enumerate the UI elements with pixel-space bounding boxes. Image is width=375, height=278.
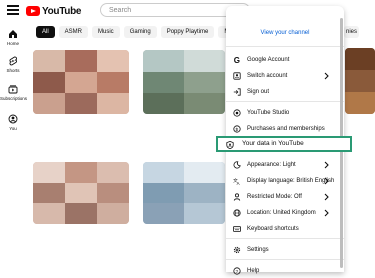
menu-item-location[interactable]: Location: United Kingdom (226, 206, 344, 220)
menu-item-restricted-mode[interactable]: Restricted Mode: Off (226, 190, 344, 204)
data-shield-icon (226, 141, 234, 149)
help-icon: ? (233, 267, 241, 275)
menu-item-display-language[interactable]: 文A Display language: British English (226, 174, 344, 188)
svg-text:$: $ (236, 127, 239, 133)
sign-out-icon (233, 88, 241, 96)
chip-poppy-playtime[interactable]: Poppy Playtime (160, 26, 215, 38)
keyboard-icon (233, 226, 241, 232)
shorts-icon (9, 56, 18, 66)
menu-item-keyboard-shortcuts[interactable]: Keyboard shortcuts (226, 222, 344, 236)
rail-item-home[interactable]: Home (0, 29, 26, 46)
menu-item-sign-out[interactable]: Sign out (226, 85, 344, 99)
youtube-play-icon (26, 6, 40, 16)
chip-partial[interactable]: nies (344, 26, 360, 38)
filter-chips: All ASMR Music Gaming Poppy Playtime Mix… (36, 26, 247, 40)
menu-item-switch-account[interactable]: Switch account (226, 69, 344, 83)
menu-item-purchases[interactable]: $ Purchases and memberships (226, 122, 344, 136)
restricted-icon (233, 193, 241, 201)
chevron-right-icon (324, 209, 329, 217)
location-icon (233, 209, 241, 217)
menu-item-label: Switch account (247, 73, 288, 79)
chevron-right-icon (324, 161, 329, 169)
divider (226, 46, 344, 47)
purchases-icon: $ (233, 125, 241, 133)
menu-item-your-data-highlighted[interactable]: Your data in YouTube (216, 136, 352, 152)
language-icon: 文A (233, 177, 240, 185)
menu-item-label: Location: United Kingdom (247, 210, 316, 216)
video-thumbnail[interactable] (143, 162, 225, 224)
appearance-icon (233, 161, 241, 169)
menu-item-help[interactable]: ? Help (226, 264, 344, 278)
menu-item-label: Your data in YouTube (242, 140, 304, 147)
menu-item-label: Help (247, 268, 260, 274)
settings-icon (233, 246, 241, 254)
rail-label: Subscriptions (0, 96, 28, 101)
menu-item-label: Purchases and memberships (247, 126, 325, 132)
menu-item-appearance[interactable]: Appearance: Light (226, 158, 344, 172)
divider (226, 259, 344, 260)
divider (226, 238, 344, 239)
video-thumbnail[interactable] (345, 48, 375, 114)
rail-label: Home (6, 41, 19, 46)
video-thumbnail[interactable] (143, 50, 225, 114)
video-thumbnail[interactable] (33, 50, 129, 114)
svg-text:A: A (237, 181, 240, 185)
menu-item-label: Display language: British English (247, 178, 335, 184)
chevron-right-icon (324, 177, 329, 185)
chip-all[interactable]: All (36, 26, 55, 38)
rail-item-you[interactable]: You (0, 114, 26, 131)
divider (226, 101, 344, 102)
rail-label: Shorts (6, 68, 20, 73)
google-icon: G (234, 56, 240, 64)
menu-item-settings[interactable]: Settings (226, 243, 344, 257)
chevron-right-icon (324, 193, 329, 201)
menu-item-label: Appearance: Light (247, 162, 296, 168)
menu-item-label: Google Account (247, 57, 290, 63)
menu-item-youtube-studio[interactable]: YouTube Studio (226, 106, 344, 120)
video-thumbnail[interactable] (33, 162, 129, 224)
menu-item-label: Keyboard shortcuts (247, 226, 299, 232)
chevron-right-icon (324, 72, 329, 80)
menu-item-label: Restricted Mode: Off (247, 194, 302, 200)
menu-item-google-account[interactable]: G Google Account (226, 53, 344, 67)
chip-gaming[interactable]: Gaming (123, 26, 157, 38)
logo-text: YouTube (42, 5, 82, 17)
svg-text:?: ? (236, 269, 239, 275)
youtube-logo[interactable]: YouTube (26, 4, 82, 18)
view-channel-link[interactable]: View your channel (226, 30, 344, 36)
menu-item-label: Sign out (247, 89, 270, 95)
subscriptions-icon (8, 85, 18, 94)
chip-music[interactable]: Music (92, 26, 120, 38)
rail-item-shorts[interactable]: Shorts (0, 56, 26, 73)
rail-item-subscriptions[interactable]: Subscriptions (0, 84, 28, 101)
svg-text:G: G (234, 56, 240, 64)
you-icon (8, 114, 18, 124)
rail-label: You (9, 126, 17, 131)
switch-account-icon (233, 72, 241, 80)
home-icon (9, 30, 17, 38)
studio-icon (233, 109, 241, 117)
hamburger-menu-icon[interactable] (6, 4, 20, 16)
chip-asmr[interactable]: ASMR (58, 26, 89, 38)
menu-item-label: Settings (247, 247, 269, 253)
menu-item-label: YouTube Studio (247, 110, 290, 116)
